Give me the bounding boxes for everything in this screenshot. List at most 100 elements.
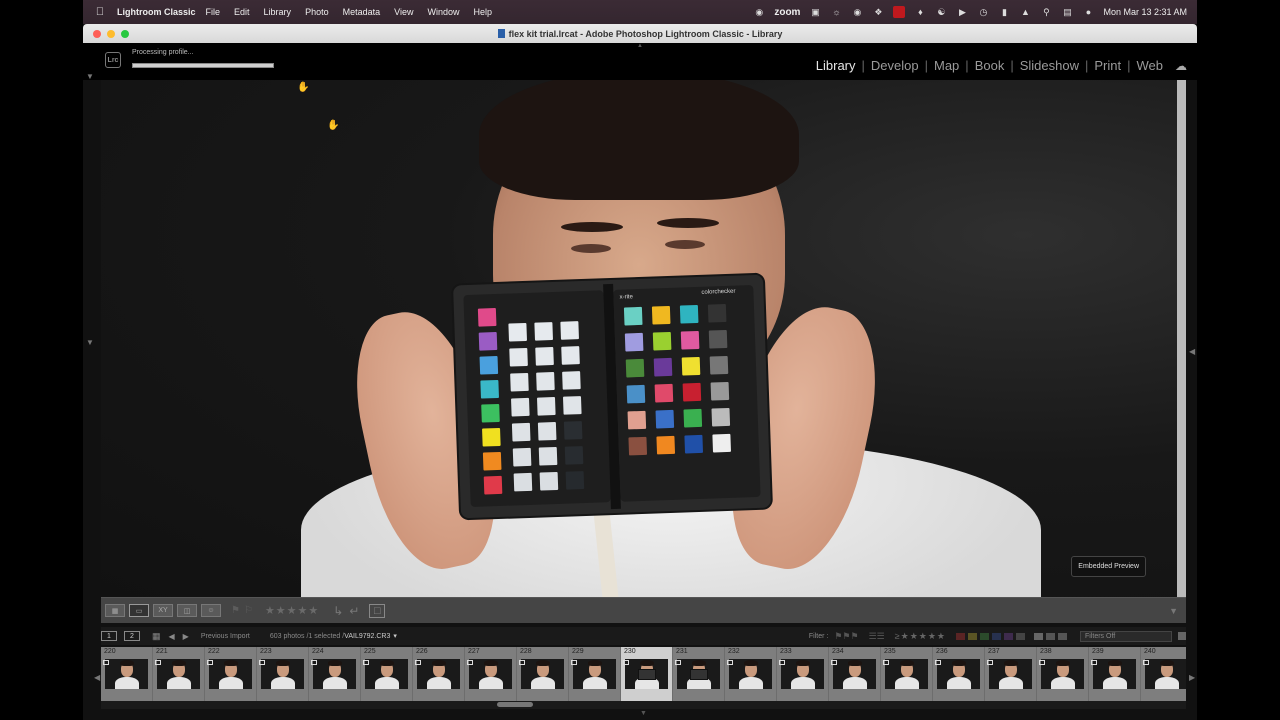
- filter-green-label[interactable]: [980, 632, 989, 640]
- thumbnail[interactable]: [833, 659, 876, 689]
- camera-icon[interactable]: ◉: [851, 7, 863, 17]
- photo-preview[interactable]: x-rite colorchecker: [101, 80, 1186, 597]
- thumbnail[interactable]: [313, 659, 356, 689]
- left-panel-toggle-icon[interactable]: ▼: [86, 72, 94, 81]
- right-panel-expand-icon[interactable]: ◀: [1189, 347, 1195, 356]
- filmstrip-cell[interactable]: 231: [673, 647, 725, 701]
- star-rating[interactable]: ★★★★★: [265, 604, 319, 617]
- cloud-sync-icon[interactable]: ☁: [1175, 59, 1187, 73]
- filmstrip-scroll-thumb[interactable]: [497, 702, 533, 707]
- filmstrip-cell[interactable]: 228: [517, 647, 569, 701]
- search-icon[interactable]: ⚲: [1040, 7, 1052, 17]
- thumbnail[interactable]: [989, 659, 1032, 689]
- filter-stars[interactable]: ≥★★★★★: [895, 631, 946, 642]
- creative-cloud-icon[interactable]: ☼: [830, 7, 842, 17]
- play-icon[interactable]: ▶: [956, 7, 968, 17]
- filmstrip-cell[interactable]: 237: [985, 647, 1037, 701]
- filmstrip-cell[interactable]: 238: [1037, 647, 1089, 701]
- thumbnail[interactable]: [209, 659, 252, 689]
- clock-datetime[interactable]: Mon Mar 13 2:31 AM: [1103, 7, 1187, 17]
- toolbar-options-icon[interactable]: ▼: [1169, 606, 1178, 616]
- filmstrip-cell[interactable]: 230: [621, 647, 673, 701]
- module-print[interactable]: Print: [1088, 58, 1127, 73]
- thumbnail[interactable]: [157, 659, 200, 689]
- thumbnail[interactable]: [625, 659, 668, 689]
- filter-kind-icon[interactable]: [1058, 632, 1067, 640]
- filmstrip-cell[interactable]: 223: [257, 647, 309, 701]
- apple-menu-icon[interactable]: : [89, 6, 111, 18]
- source-label[interactable]: Previous Import: [201, 633, 250, 640]
- loupe-view-icon[interactable]: ▭: [129, 604, 149, 617]
- thumbnail[interactable]: [105, 659, 148, 689]
- menu-view[interactable]: View: [394, 7, 413, 17]
- thumbnail[interactable]: [365, 659, 408, 689]
- filmstrip-left-icon[interactable]: ◀: [94, 673, 100, 682]
- people-view-icon[interactable]: ☺: [201, 604, 221, 617]
- crop-icon[interactable]: □: [369, 603, 386, 618]
- filmstrip-cell[interactable]: 236: [933, 647, 985, 701]
- clock-icon[interactable]: ◷: [977, 7, 989, 17]
- compare-view-icon[interactable]: XY: [153, 604, 173, 617]
- thumbnail[interactable]: [521, 659, 564, 689]
- filmstrip-cell[interactable]: 221: [153, 647, 205, 701]
- filmstrip-cell[interactable]: 227: [465, 647, 517, 701]
- thumbnail[interactable]: [1145, 659, 1186, 689]
- survey-view-icon[interactable]: ◫: [177, 604, 197, 617]
- menu-window[interactable]: Window: [427, 7, 459, 17]
- thumbnail[interactable]: [1041, 659, 1084, 689]
- filmstrip-cell[interactable]: 226: [413, 647, 465, 701]
- filmstrip-cell[interactable]: 220: [101, 647, 153, 701]
- back-arrow-icon[interactable]: ◀: [169, 632, 175, 641]
- menu-help[interactable]: Help: [474, 7, 493, 17]
- record-icon[interactable]: ◉: [753, 7, 765, 17]
- thumbnail[interactable]: [573, 659, 616, 689]
- filter-kind-icon[interactable]: [1046, 632, 1055, 640]
- menu-file[interactable]: File: [206, 7, 221, 17]
- thumbnail[interactable]: [1093, 659, 1136, 689]
- menu-library[interactable]: Library: [264, 7, 292, 17]
- menu-photo[interactable]: Photo: [305, 7, 329, 17]
- filter-red-label[interactable]: [956, 632, 965, 640]
- thumbnail[interactable]: [677, 659, 720, 689]
- grid-icon[interactable]: ▦: [152, 631, 161, 642]
- filter-edit-icon[interactable]: ☰☰: [869, 631, 885, 642]
- screen-icon[interactable]: ▣: [809, 7, 821, 17]
- filter-kind-icon[interactable]: [1034, 632, 1043, 640]
- secondary-window-button[interactable]: 2: [124, 631, 140, 641]
- thumbnail[interactable]: [885, 659, 928, 689]
- filmstrip-scrollbar[interactable]: [101, 701, 1186, 709]
- app-status-icon[interactable]: [893, 6, 906, 18]
- viewer-scrollbar[interactable]: [1177, 80, 1186, 597]
- filter-blue-label[interactable]: [992, 632, 1001, 640]
- dropbox-icon[interactable]: ❖: [872, 7, 884, 17]
- forward-arrow-icon[interactable]: ▶: [183, 632, 189, 641]
- filmstrip-cell[interactable]: 229: [569, 647, 621, 701]
- module-book[interactable]: Book: [969, 58, 1011, 73]
- window-titlebar[interactable]: flex kit trial.lrcat - Adobe Photoshop L…: [83, 24, 1197, 43]
- siri-icon[interactable]: ●: [1082, 7, 1094, 17]
- filmstrip-right-icon[interactable]: ▶: [1189, 673, 1195, 682]
- filter-gray-label[interactable]: [1016, 632, 1025, 640]
- filter-purple-label[interactable]: [1004, 632, 1013, 640]
- control-center-icon[interactable]: ▤: [1061, 7, 1073, 17]
- wifi-icon[interactable]: ▲: [1019, 7, 1031, 17]
- rotate-right-icon[interactable]: ↵: [349, 604, 359, 618]
- menu-edit[interactable]: Edit: [234, 7, 250, 17]
- module-library[interactable]: Library: [810, 58, 862, 73]
- filmstrip-cell[interactable]: 222: [205, 647, 257, 701]
- flag-reject-icon[interactable]: ⚐: [244, 605, 253, 616]
- sync-icon[interactable]: ☯: [935, 7, 947, 17]
- collapse-top-icon[interactable]: ▲: [637, 43, 643, 49]
- filename-dropdown-icon[interactable]: ▾: [393, 632, 397, 640]
- thumbnail[interactable]: [469, 659, 512, 689]
- selected-filename[interactable]: VAIL9792.CR3: [344, 633, 390, 640]
- module-develop[interactable]: Develop: [865, 58, 925, 73]
- filter-yellow-label[interactable]: [968, 632, 977, 640]
- filmstrip-cell[interactable]: 232: [725, 647, 777, 701]
- grid-view-icon[interactable]: ▦: [105, 604, 125, 617]
- collapse-bottom-icon[interactable]: ▼: [640, 710, 647, 717]
- thumbnail[interactable]: [417, 659, 460, 689]
- primary-window-button[interactable]: 1: [101, 631, 117, 641]
- zoom-status[interactable]: zoom: [774, 7, 800, 18]
- filmstrip-cell[interactable]: 234: [829, 647, 881, 701]
